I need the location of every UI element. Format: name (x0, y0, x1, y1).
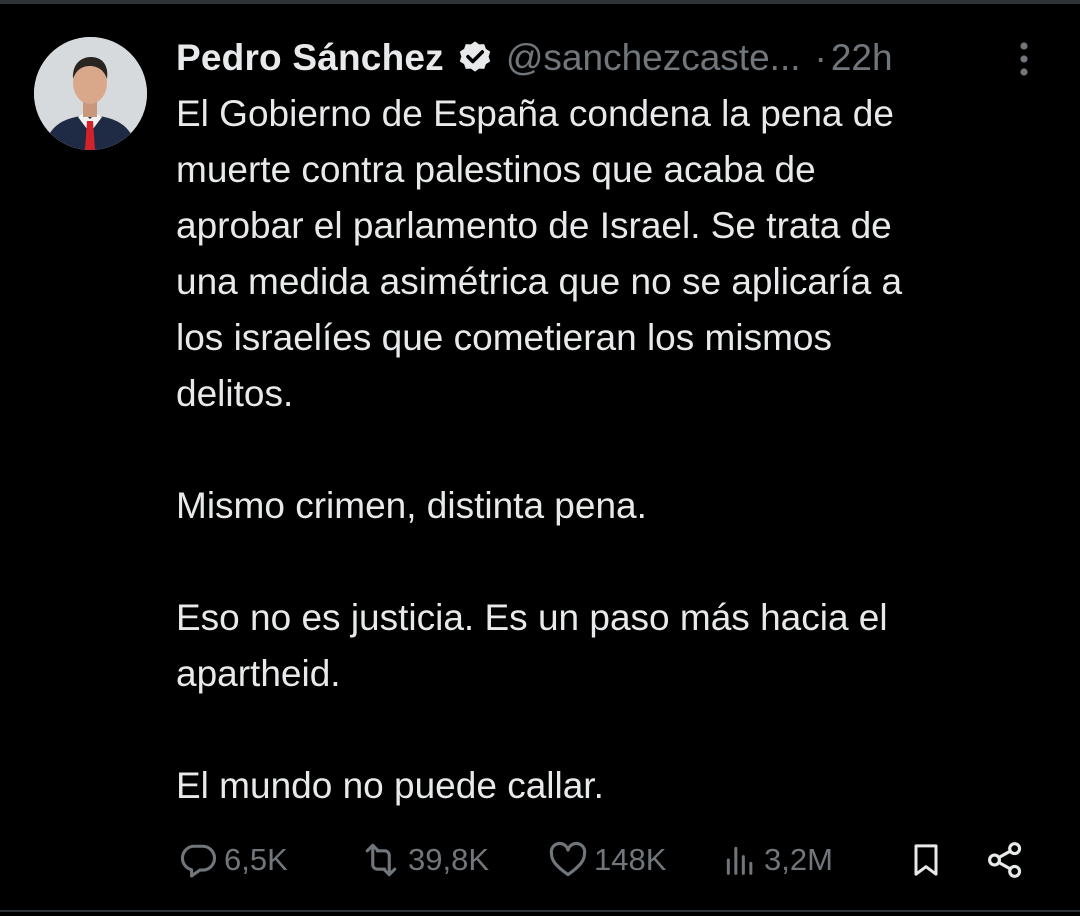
tweet-line: El mundo no puede callar. (176, 765, 604, 806)
repost-count: 39,8K (408, 842, 490, 877)
tweet-line: El Gobierno de España condena la pena de (176, 93, 894, 134)
author-handle[interactable]: @sanchezcaste... (506, 37, 801, 79)
tweet-text: El Gobierno de España condena la pena de… (176, 86, 1056, 814)
avatar-photo (34, 37, 147, 150)
share-icon (984, 838, 1026, 882)
verified-badge-icon (456, 39, 494, 77)
share-button[interactable] (984, 835, 1026, 885)
tweet-line: los israelíes que cometieran los mismos (176, 317, 832, 358)
analytics-icon (720, 838, 760, 882)
avatar[interactable] (34, 37, 147, 150)
time-separator: · (814, 37, 827, 78)
bottom-divider (0, 910, 1080, 912)
repost-button[interactable]: 39,8K (358, 835, 489, 885)
like-count: 148K (594, 842, 667, 877)
reply-count: 6,5K (224, 842, 288, 877)
tweet-line: muerte contra palestinos que acaba de (176, 149, 816, 190)
tweet-line: Mismo crimen, distinta pena. (176, 485, 647, 526)
tweet-line: apartheid. (176, 653, 341, 694)
heart-icon (546, 838, 590, 882)
more-vertical-icon[interactable] (1006, 40, 1042, 80)
top-divider (0, 0, 1080, 4)
repost-icon (358, 838, 404, 882)
bookmark-button[interactable] (906, 835, 946, 885)
tweet-line: aprobar el parlamento de Israel. Se trat… (176, 205, 892, 246)
view-count: 3,2M (764, 842, 833, 877)
bookmark-icon (906, 838, 946, 882)
views-button[interactable]: 3,2M (720, 835, 833, 885)
reply-button[interactable]: 6,5K (176, 835, 288, 885)
tweet-header: Pedro Sánchez @sanchezcaste... · 22h (176, 34, 1056, 82)
tweet-line: Eso no es justicia. Es un paso más hacia… (176, 597, 888, 638)
reply-icon (176, 838, 220, 882)
author-name[interactable]: Pedro Sánchez (176, 37, 444, 79)
tweet-time[interactable]: 22h (831, 37, 893, 79)
tweet-line: una medida asimétrica que no se aplicarí… (176, 261, 903, 302)
tweet-line: delitos. (176, 373, 294, 414)
like-button[interactable]: 148K (546, 835, 666, 885)
action-bar: 6,5K 39,8K 148K 3,2M (176, 835, 1036, 885)
